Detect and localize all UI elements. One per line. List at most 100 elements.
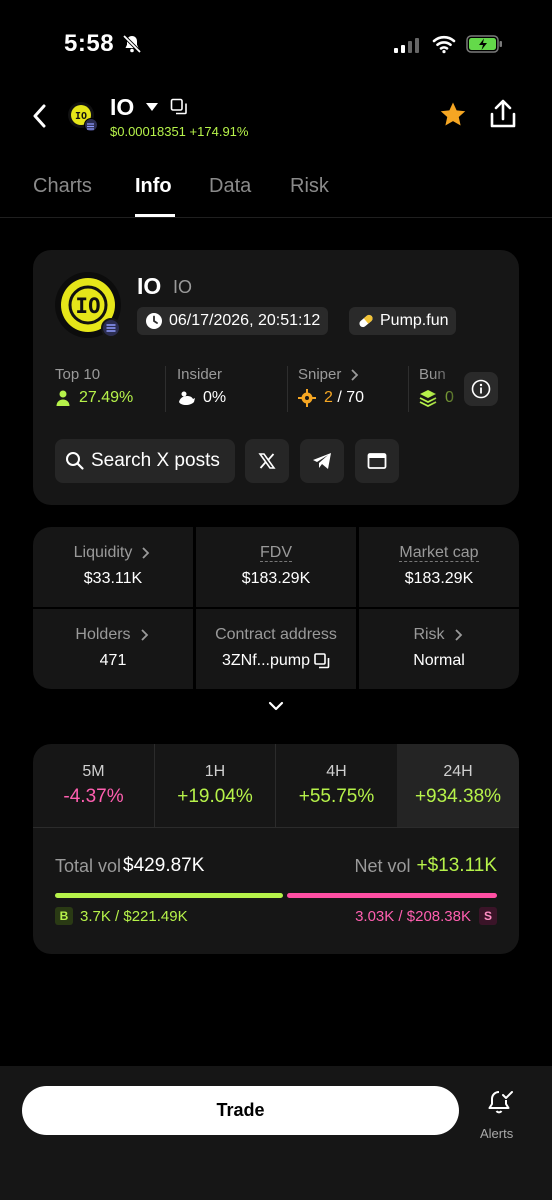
chevron-right-icon: [351, 368, 359, 381]
total-volume-label: Total vol: [55, 855, 122, 876]
stat-fdv-value: $183.29K: [241, 570, 311, 587]
chevron-right-icon: [142, 547, 150, 559]
stat-fdv: FDV $183.29K: [196, 527, 356, 607]
change-4h-value: +55.75%: [298, 786, 375, 807]
launchpad-pill[interactable]: Pump.fun: [349, 307, 457, 335]
expand-chevron-down-icon[interactable]: [266, 699, 286, 713]
clock-icon: [146, 313, 162, 329]
metric-divider: [165, 366, 166, 412]
metric-sniper-total: / 70: [337, 389, 365, 406]
total-volume: Total vol $429.87K: [55, 855, 204, 877]
status-time: 5:58: [64, 30, 115, 57]
stat-liquidity-value: $33.11K: [83, 570, 143, 587]
browser-window-icon: [367, 453, 387, 469]
chevron-right-icon: [140, 629, 148, 641]
change-1h[interactable]: 1H +19.04%: [154, 744, 275, 827]
change-5m-label: 5M: [82, 763, 105, 780]
cellular-signal-icon: [394, 37, 419, 53]
stat-risk-value: Normal: [413, 652, 465, 669]
solana-chain-icon: [84, 118, 98, 132]
stat-holders-value: 471: [99, 652, 127, 669]
alerts-bell-icon[interactable]: [486, 1088, 514, 1116]
change-4h[interactable]: 4H +55.75%: [275, 744, 397, 827]
change-24h-value: +934.38%: [414, 786, 502, 807]
stat-holders[interactable]: Holders 471: [33, 609, 193, 689]
chevron-right-icon: [454, 629, 462, 641]
change-5m[interactable]: 5M -4.37%: [33, 744, 154, 827]
net-volume-value: +$13.11K: [416, 855, 497, 876]
tab-risk[interactable]: Risk: [290, 175, 329, 198]
metric-top10: Top 10 27.49%: [55, 366, 133, 407]
solana-chain-badge-icon: [101, 318, 121, 338]
metric-divider: [408, 366, 409, 412]
copy-icon[interactable]: [170, 98, 188, 116]
buy-stats: B 3.7K / $221.49K: [55, 907, 188, 925]
stat-liquidity[interactable]: Liquidity $33.11K: [33, 527, 193, 607]
created-date-pill: 06/17/2026, 20:51:12: [137, 307, 329, 335]
website-button[interactable]: [355, 439, 399, 483]
card-divider: [33, 827, 519, 828]
change-24h[interactable]: 24H +934.38%: [397, 744, 519, 827]
favorite-star-icon[interactable]: [438, 100, 468, 130]
tab-info[interactable]: Info: [135, 175, 172, 198]
active-tab-indicator: [135, 214, 175, 217]
stat-contract-label: Contract address: [215, 626, 337, 643]
x-twitter-button[interactable]: [245, 439, 289, 483]
change-24h-label: 24H: [443, 763, 473, 780]
total-volume-value: $429.87K: [123, 855, 205, 876]
change-1h-label: 1H: [204, 763, 226, 780]
info-button[interactable]: [464, 372, 498, 406]
search-x-posts-button[interactable]: Search X posts: [55, 439, 235, 483]
copy-icon[interactable]: [314, 653, 330, 669]
share-icon[interactable]: [488, 98, 518, 130]
tab-bar: Charts Info Data Risk: [0, 172, 552, 218]
tab-data[interactable]: Data: [209, 175, 251, 198]
metric-sniper-value: 2: [324, 389, 333, 406]
metric-sniper[interactable]: Sniper 2 / 70: [298, 366, 364, 407]
metric-sniper-label: Sniper: [298, 366, 342, 383]
tab-charts[interactable]: Charts: [33, 175, 92, 198]
header-token-name: IO: [110, 94, 135, 120]
buy-count-volume: 3.7K / $221.49K: [80, 907, 188, 925]
info-icon: [471, 379, 491, 399]
metric-divider: [287, 366, 288, 412]
wifi-icon: [432, 35, 456, 54]
stat-contract-address[interactable]: Contract address 3ZNf...pump: [196, 609, 356, 689]
search-icon: [66, 452, 84, 470]
change-4h-label: 4H: [326, 763, 347, 780]
header-change: +174.91%: [189, 124, 249, 139]
metric-insider-label: Insider: [177, 366, 223, 383]
stat-risk-label: Risk: [413, 626, 445, 643]
dropdown-caret-icon[interactable]: [145, 102, 159, 112]
metric-insider-value: 0%: [203, 389, 227, 406]
stat-risk[interactable]: Risk Normal: [359, 609, 519, 689]
x-logo-icon: [258, 453, 276, 469]
header-price: $0.00018351: [110, 124, 186, 139]
net-volume: Net vol +$13.11K: [354, 855, 497, 877]
pill-icon: [359, 314, 373, 328]
sell-count-volume: 3.03K / $208.38K: [355, 907, 471, 925]
stat-market-cap-value: $183.29K: [404, 570, 474, 587]
battery-charging-icon: [466, 35, 502, 53]
buy-volume-bar: [55, 893, 283, 898]
bell-off-icon: [122, 34, 142, 54]
alerts-label[interactable]: Alerts: [480, 1126, 513, 1141]
search-x-posts-label: Search X posts: [91, 450, 220, 471]
token-ticker: IO: [173, 277, 193, 297]
buy-tag: B: [55, 907, 73, 925]
crosshair-icon: [298, 389, 316, 407]
stat-contract-value: 3ZNf...pump: [221, 652, 311, 669]
trade-button[interactable]: Trade: [22, 1086, 459, 1135]
back-chevron-icon[interactable]: [30, 102, 48, 130]
header-price-row: $0.00018351 +174.91%: [110, 124, 248, 139]
telegram-icon: [313, 453, 331, 469]
token-name: IO: [137, 273, 162, 299]
net-volume-label: Net vol: [354, 855, 411, 876]
stat-holders-label: Holders: [75, 626, 131, 643]
token-stats-grid: Liquidity $33.11K FDV $183.29K Market ca…: [33, 527, 519, 689]
stat-market-cap-label: Market cap: [399, 544, 479, 562]
metric-insider: Insider 0%: [177, 366, 226, 407]
telegram-button[interactable]: [300, 439, 344, 483]
stat-market-cap: Market cap $183.29K: [359, 527, 519, 607]
change-1h-value: +19.04%: [177, 786, 253, 807]
